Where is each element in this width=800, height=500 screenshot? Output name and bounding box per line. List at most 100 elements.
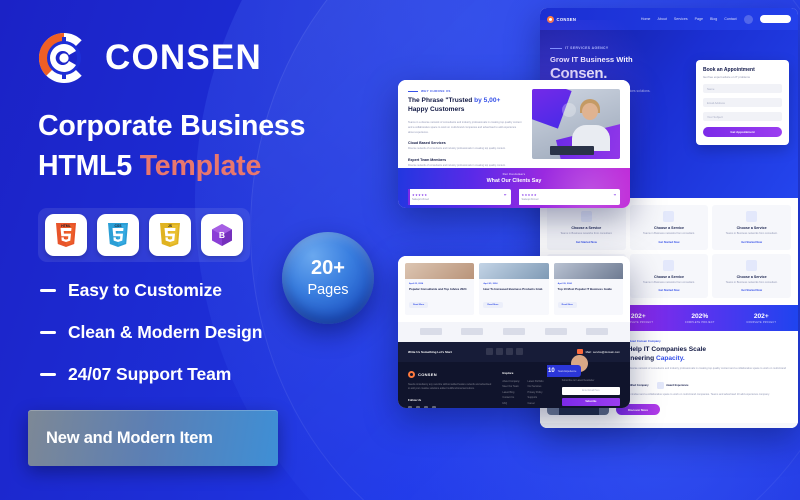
- newsletter-placeholder: Enter Email Here: [582, 389, 600, 392]
- stat-value: 202+: [753, 312, 769, 320]
- list-item: Easy to Customize: [40, 280, 262, 301]
- testimonial-list: ★★★★★ Sadequl Ahmed ” ★★★★★ Sadequl Ahme…: [398, 189, 630, 205]
- footer-link[interactable]: Career: [528, 402, 544, 405]
- get-started-button[interactable]: Get Started: [759, 15, 791, 23]
- award-icon: [656, 382, 664, 390]
- footer-link[interactable]: FAQ: [502, 402, 519, 405]
- subscribe-button[interactable]: Subscribe: [561, 397, 620, 406]
- read-more-button[interactable]: Read More: [483, 301, 503, 308]
- bootstrap-icon: B: [201, 214, 243, 256]
- follow-us-label: Follow Us: [408, 397, 422, 402]
- name-placeholder: Name: [707, 86, 715, 91]
- partner-logo-icon: [502, 328, 525, 336]
- nav-item-contact[interactable]: Contact: [724, 17, 736, 21]
- appointment-form: Book an Appointment Get free expert advi…: [696, 60, 789, 145]
- service-link[interactable]: Get Started Now: [634, 241, 705, 244]
- get-appointment-button[interactable]: Get Appointment: [703, 127, 782, 137]
- blog-card[interactable]: April 05, 2024 Popular Consultants and T…: [405, 263, 475, 315]
- footer-mail[interactable]: Mail : service@domain.com: [576, 349, 620, 355]
- about-paragraph-2: We a global mindset and a collaborative …: [616, 393, 770, 397]
- name-field[interactable]: Name: [703, 84, 782, 93]
- feature-label: 24/07 Support Team: [68, 364, 232, 384]
- ribbon-label: New and Modern Item: [46, 428, 213, 447]
- svg-text:CSS: CSS: [115, 224, 123, 228]
- blog-card[interactable]: April 05, 2024 How To Increased Business…: [479, 263, 549, 315]
- footer-link[interactable]: Supports: [528, 396, 544, 399]
- footer-link[interactable]: Latest Portfolio: [528, 380, 544, 383]
- headline-template: Template: [139, 150, 262, 183]
- instagram-icon[interactable]: [432, 405, 436, 408]
- css3-icon: CSS: [97, 214, 139, 256]
- footer-link[interactable]: About Company: [502, 380, 519, 383]
- cloud-icon: [746, 259, 758, 271]
- service-title: Choose a Service: [654, 226, 684, 230]
- service-link[interactable]: Get Started Now: [716, 289, 787, 292]
- footer-link[interactable]: Contact Us: [502, 396, 519, 399]
- trusted-title-1: The Phrase "Trusted: [408, 97, 475, 104]
- footer-link[interactable]: Meet Our Team: [502, 385, 519, 388]
- testimonial-card[interactable]: ★★★★★ Sadequl Ahmed ”: [517, 189, 620, 205]
- button-label: Get Appointment: [730, 130, 755, 134]
- service-link[interactable]: Get Started Now: [551, 241, 622, 244]
- footer-link[interactable]: Privacy Policy: [528, 391, 544, 394]
- testimonial-card[interactable]: ★★★★★ Sadequl Ahmed ”: [408, 189, 511, 205]
- subject-field[interactable]: Your Subject: [703, 112, 782, 121]
- footer-mail-text: Mail : service@domain.com: [585, 349, 620, 354]
- button-label: Discover More: [628, 407, 648, 412]
- twitter-icon[interactable]: [416, 405, 420, 408]
- new-item-ribbon: New and Modern Item: [28, 410, 278, 466]
- testimonials-title: What Our Clients Say: [486, 178, 542, 184]
- svg-text:HTML: HTML: [61, 224, 70, 228]
- dash-icon: [40, 331, 56, 334]
- stat-item: 202+ COMPLETE PROJECT: [731, 313, 793, 324]
- mock-hero-kicker: IT SERVICES AGENCY: [550, 46, 788, 50]
- read-more-button[interactable]: Read More: [409, 301, 429, 308]
- nav-item-blog[interactable]: Blog: [710, 17, 717, 21]
- nav-item-services[interactable]: Services: [674, 17, 688, 21]
- service-link[interactable]: Get Started Now: [716, 241, 787, 244]
- blog-thumbnail: [405, 263, 475, 279]
- feature-label: Clean & Modern Design: [68, 322, 263, 342]
- service-card[interactable]: Choose a Service Teams in Business netwo…: [712, 205, 791, 250]
- testimonial-name: Sadequl Ahmed: [412, 198, 429, 201]
- email-field[interactable]: Email Address: [703, 98, 782, 107]
- trusted-photo: [532, 89, 620, 159]
- service-card[interactable]: Choose a Service Teams in Business netwo…: [712, 253, 791, 299]
- about-features: Certified Company Award Experience: [616, 382, 791, 390]
- footer-link[interactable]: Latest Blog: [502, 391, 519, 394]
- svg-text:JS: JS: [168, 224, 173, 228]
- feature-label: Award Experience: [666, 384, 689, 388]
- service-desc: Teams in Business networks from consulta…: [560, 232, 613, 235]
- kicker-dash-icon: [408, 90, 418, 92]
- service-link[interactable]: Get Started Now: [634, 289, 705, 292]
- trusted-title-2: Happy Customers: [408, 105, 465, 113]
- service-title: Choose a Service: [571, 226, 602, 230]
- nav-item-page[interactable]: Page: [695, 17, 703, 21]
- blog-thumbnail: [553, 263, 623, 279]
- footer-divider-icons: [485, 348, 523, 356]
- service-desc: Teams in Business networks from consulta…: [725, 280, 778, 284]
- headline-html5: HTML5: [38, 150, 140, 183]
- service-card[interactable]: Choose a Service Teams in Business netwo…: [629, 253, 709, 299]
- read-more-button[interactable]: Read More: [557, 301, 577, 308]
- consen-circle-logo-icon: [36, 30, 92, 86]
- social-links: [408, 405, 493, 408]
- kicker-label: IT SERVICES AGENCY: [565, 46, 609, 50]
- stat-label: COMPLETE PROJECT: [684, 320, 715, 324]
- linkedin-icon[interactable]: [424, 405, 428, 408]
- footer-main: CONSEN Needs consultancy any new kite wi…: [398, 361, 630, 408]
- blog-date: April 05, 2024: [557, 283, 572, 285]
- footer-link[interactable]: Our Services: [528, 385, 544, 388]
- facebook-icon[interactable]: [408, 405, 412, 408]
- blog-card[interactable]: April 05, 2024 Top 10 Most Popular IT Bu…: [553, 263, 623, 315]
- trusted-title-accent: by 5,00+: [474, 97, 501, 104]
- brand-name: CONSEN: [105, 38, 262, 77]
- partner-logo-icon: [586, 328, 609, 336]
- search-icon[interactable]: [743, 14, 753, 24]
- rating-stars: ★★★★★: [412, 193, 428, 197]
- list-item: Clean & Modern Design: [40, 322, 262, 343]
- newsletter-email-input[interactable]: Enter Email Here: [561, 386, 620, 395]
- status-badge: 20+ Pages: [282, 232, 374, 324]
- javascript-icon: JS: [149, 214, 191, 256]
- service-title: Choose a Service: [736, 274, 767, 279]
